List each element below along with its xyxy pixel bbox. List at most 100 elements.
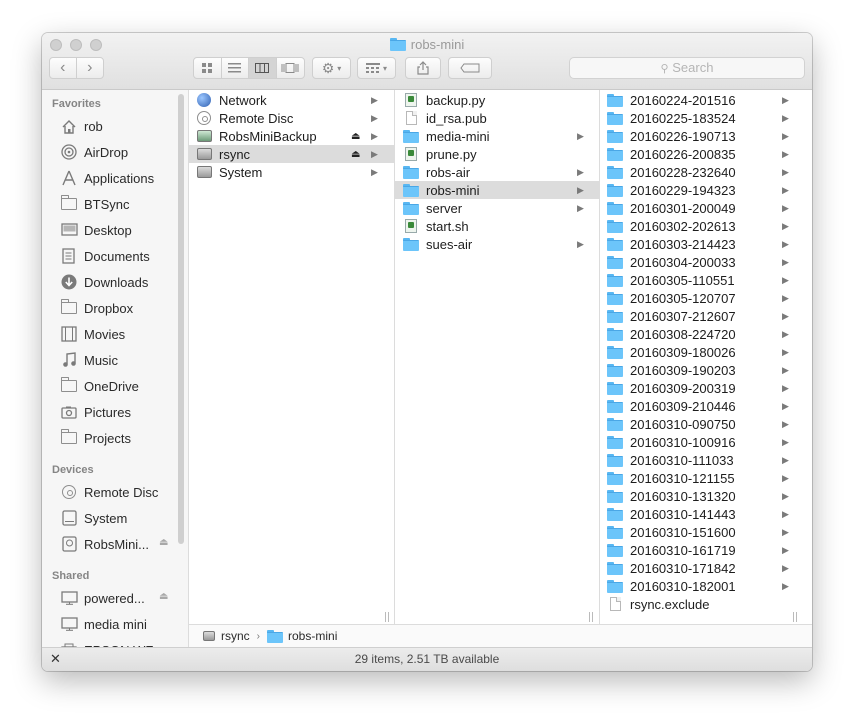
folder-row[interactable]: 20160310-171842 ▶ <box>600 559 812 577</box>
file-row[interactable]: prune.py <box>395 145 599 163</box>
back-button[interactable]: ‹ <box>50 58 77 78</box>
sidebar-item-movies[interactable]: Movies <box>60 324 125 344</box>
path-item-rsync[interactable]: rsync <box>221 629 250 643</box>
folder-row[interactable]: 20160301-200049 ▶ <box>600 199 812 217</box>
cover-flow-button[interactable] <box>277 58 304 78</box>
folder-row[interactable]: robs-mini ▶ <box>395 181 599 199</box>
folder-row[interactable]: 20160303-214423 ▶ <box>600 235 812 253</box>
column-resize-handle[interactable] <box>793 612 794 622</box>
folder-row[interactable]: 20160226-190713 ▶ <box>600 127 812 145</box>
sidebar-item-remote-disc[interactable]: Remote Disc <box>60 482 158 502</box>
disclosure-arrow-icon: ▶ <box>782 382 789 393</box>
share-button[interactable] <box>405 57 441 79</box>
sidebar-item-onedrive[interactable]: OneDrive <box>60 376 139 396</box>
folder-row[interactable]: 20160228-232640 ▶ <box>600 163 812 181</box>
sidebar-item-system[interactable]: System <box>60 508 127 528</box>
file-row[interactable]: backup.py <box>395 91 599 109</box>
folder-row[interactable]: 20160225-183524 ▶ <box>600 109 812 127</box>
folder-row[interactable]: sues-air ▶ <box>395 235 599 253</box>
sidebar-item-airdrop[interactable]: AirDrop <box>60 142 128 162</box>
path-item-robs-mini[interactable]: robs-mini <box>288 629 337 643</box>
folder-row[interactable]: 20160310-131320 ▶ <box>600 487 812 505</box>
sidebar-item-documents[interactable]: Documents <box>60 246 150 266</box>
folder-row[interactable]: 20160310-111033 ▶ <box>600 451 812 469</box>
sidebar-item-rob[interactable]: rob <box>60 116 103 136</box>
folder-row[interactable]: 20160226-200835 ▶ <box>600 145 812 163</box>
script-icon <box>402 218 420 234</box>
folder-row[interactable]: 20160309-210446 ▶ <box>600 397 812 415</box>
eject-icon[interactable]: ⏏ <box>159 591 168 602</box>
sidebar-item-powered[interactable]: powered... <box>60 588 145 608</box>
folder-row[interactable]: System ▶ <box>189 163 394 181</box>
folder-row[interactable]: 20160310-151600 ▶ <box>600 523 812 541</box>
folder-row[interactable]: 20160310-090750 ▶ <box>600 415 812 433</box>
folder-row[interactable]: robs-air ▶ <box>395 163 599 181</box>
folder-row[interactable]: 20160310-100916 ▶ <box>600 433 812 451</box>
folder-icon <box>606 470 624 486</box>
item-label: 20160303-214423 <box>630 236 736 252</box>
sidebar-item-robsmini[interactable]: RobsMini... <box>60 534 149 554</box>
folder-row[interactable]: 20160310-182001 ▶ <box>600 577 812 595</box>
sidebar-item-projects[interactable]: Projects <box>60 428 131 448</box>
list-view-button[interactable] <box>222 58 249 78</box>
folder-icon <box>606 578 624 594</box>
column-resize-handle[interactable] <box>388 612 389 622</box>
folder-row[interactable]: rsync ⏏ ▶ <box>189 145 394 163</box>
item-label: System <box>219 164 263 180</box>
sidebar-item-pictures[interactable]: Pictures <box>60 402 131 422</box>
eject-icon[interactable]: ⏏ <box>351 149 360 160</box>
column-resize-handle[interactable] <box>385 612 386 622</box>
file-row[interactable]: rsync.exclude <box>600 595 812 613</box>
sidebar-item-btsync[interactable]: BTSync <box>60 194 130 214</box>
folder-row[interactable]: 20160310-121155 ▶ <box>600 469 812 487</box>
sidebar-item-music[interactable]: Music <box>60 350 118 370</box>
folder-icon <box>606 290 624 306</box>
tools-icon[interactable]: ✕ <box>50 648 61 670</box>
folder-row[interactable]: Remote Disc ▶ <box>189 109 394 127</box>
script-icon <box>402 146 420 162</box>
sidebar-item-label: Applications <box>84 170 155 186</box>
file-row[interactable]: start.sh <box>395 217 599 235</box>
folder-row[interactable]: 20160309-180026 ▶ <box>600 343 812 361</box>
sidebar-item-downloads[interactable]: Downloads <box>60 272 148 292</box>
folder-row[interactable]: 20160310-161719 ▶ <box>600 541 812 559</box>
column-view-button[interactable] <box>249 58 277 78</box>
sidebar-item-desktop[interactable]: Desktop <box>60 220 132 240</box>
eject-icon[interactable]: ⏏ <box>351 131 360 142</box>
folder-row[interactable]: 20160309-200319 ▶ <box>600 379 812 397</box>
folder-row[interactable]: 20160224-201516 ▶ <box>600 91 812 109</box>
folder-row[interactable]: 20160305-110551 ▶ <box>600 271 812 289</box>
folder-row[interactable]: 20160304-200033 ▶ <box>600 253 812 271</box>
sidebar-item-media-mini[interactable]: media mini <box>60 614 147 634</box>
sidebar-item-epson-wf[interactable]: EPSON WF... <box>60 640 163 647</box>
folder-row[interactable]: media-mini ▶ <box>395 127 599 145</box>
disclosure-arrow-icon: ▶ <box>782 418 789 429</box>
folder-row[interactable]: 20160308-224720 ▶ <box>600 325 812 343</box>
column-resize-handle[interactable] <box>589 612 590 622</box>
action-menu-button[interactable]: ⚙ ▾ <box>312 57 351 79</box>
search-field[interactable]: ⚲ Search <box>569 57 805 79</box>
folder-row[interactable]: 20160302-202613 ▶ <box>600 217 812 235</box>
eject-icon[interactable]: ⏏ <box>159 537 168 548</box>
tags-button[interactable] <box>448 57 492 79</box>
folder-row[interactable]: 20160229-194323 ▶ <box>600 181 812 199</box>
folder-row[interactable]: 20160305-120707 ▶ <box>600 289 812 307</box>
folder-row[interactable]: 20160309-190203 ▶ <box>600 361 812 379</box>
folder-row[interactable]: server ▶ <box>395 199 599 217</box>
item-label: prune.py <box>426 146 477 162</box>
folder-row[interactable]: 20160307-212607 ▶ <box>600 307 812 325</box>
folder-row[interactable]: 20160310-141443 ▶ <box>600 505 812 523</box>
column-resize-handle[interactable] <box>796 612 797 622</box>
disclosure-arrow-icon: ▶ <box>782 526 789 537</box>
sidebar-item-applications[interactable]: Applications <box>60 168 154 188</box>
file-row[interactable]: id_rsa.pub <box>395 109 599 127</box>
column-resize-handle[interactable] <box>592 612 593 622</box>
sidebar-scrollbar[interactable] <box>178 94 184 544</box>
folder-row[interactable]: RobsMiniBackup ⏏ ▶ <box>189 127 394 145</box>
forward-button[interactable]: › <box>77 58 103 78</box>
disclosure-arrow-icon: ▶ <box>371 94 378 105</box>
folder-row[interactable]: Network ▶ <box>189 91 394 109</box>
arrange-menu-button[interactable]: ▾ <box>357 57 396 79</box>
icon-view-button[interactable] <box>194 58 222 78</box>
sidebar-item-dropbox[interactable]: Dropbox <box>60 298 133 318</box>
